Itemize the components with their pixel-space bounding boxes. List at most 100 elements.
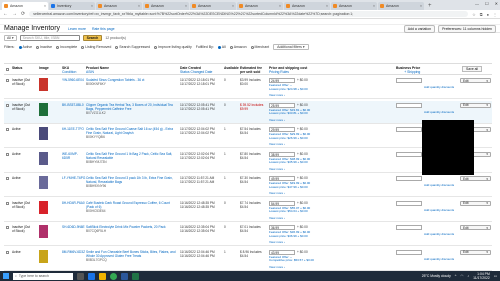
tab-close-icon[interactable]: × (373, 4, 375, 8)
radio-icon[interactable] (81, 45, 85, 49)
search-button[interactable]: Search (82, 34, 103, 41)
select-all-checkbox[interactable] (6, 68, 9, 71)
search-input[interactable]: Search SKU, title, ISBN (19, 34, 80, 41)
file-explorer-icon[interactable] (99, 272, 106, 280)
radio-icon[interactable] (56, 45, 60, 49)
view-more-link[interactable]: View more › (269, 93, 285, 97)
radio-icon[interactable] (154, 45, 158, 49)
row-product-name[interactable]: Clipper Organic Tea Herbal Tea, 3 Boxes … (86, 103, 178, 115)
row-sku[interactable]: 8M-RM6V-6D3Z (62, 250, 86, 254)
save-all-button[interactable]: Save all (462, 66, 483, 73)
tray-up-icon[interactable]: ^ (455, 274, 457, 278)
radio-icon[interactable] (250, 45, 254, 49)
product-image[interactable] (39, 78, 48, 91)
row-checkbox[interactable] (6, 201, 9, 205)
business-price-input[interactable] (396, 176, 422, 181)
edit-button[interactable]: Edit▾ (460, 249, 491, 255)
volume-icon[interactable]: ♪ (467, 274, 469, 278)
add-quantity-discounts-link[interactable]: Add quantity discounts (424, 85, 454, 89)
row-product-name[interactable]: Sudafed Sinus Congestion Tablets - 36 ct… (86, 78, 178, 86)
extensions-icon[interactable]: ⧉ (480, 12, 483, 17)
edit-button[interactable]: Edit▾ (460, 200, 491, 206)
menu-icon[interactable]: ⋮ (493, 12, 497, 17)
radio-icon[interactable] (115, 45, 119, 49)
add-quantity-discounts-link[interactable]: Add quantity discounts (424, 257, 454, 261)
fulfilled-option[interactable]: All (217, 45, 226, 49)
browser-tab[interactable]: Inventory × (49, 2, 95, 10)
windows-start-icon[interactable] (3, 273, 9, 279)
add-quantity-discounts-link[interactable]: Add quantity discounts (424, 208, 454, 212)
tab-close-icon[interactable]: × (91, 4, 93, 8)
word-icon[interactable] (121, 272, 128, 280)
forward-icon[interactable]: → (12, 11, 17, 17)
product-image[interactable] (39, 200, 48, 214)
view-more-link[interactable]: View more › (269, 240, 285, 244)
row-sku[interactable]: BK-BS5T-8BL0 (62, 103, 86, 107)
col-available[interactable]: Available (224, 66, 239, 70)
business-price-input[interactable] (396, 127, 422, 132)
row-sku[interactable]: 6H-11EE-T7FO (62, 127, 86, 131)
browser-tab[interactable]: Amazon × (143, 2, 189, 10)
row-product-name[interactable]: Celtic Sea Salt Fine Ground Coarse Salt … (86, 127, 178, 139)
browser-tab[interactable]: Amazon × (331, 2, 377, 10)
filter-option[interactable]: Search Suppressed (115, 45, 150, 49)
row-sku[interactable]: LF-YMHE-T6PG (62, 176, 86, 180)
browser-tab[interactable]: Amazon × (237, 2, 283, 10)
row-sku[interactable]: WE-6XMP-6D5R (62, 152, 86, 160)
browser-tab[interactable]: Amazon × (190, 2, 236, 10)
view-more-link[interactable]: View more › (269, 142, 285, 146)
row-sku[interactable]: SH-6D6D-9N6E (62, 225, 86, 229)
fulfilled-option[interactable]: Amazon (229, 45, 247, 49)
business-price-input[interactable] (396, 225, 422, 230)
row-sku[interactable]: 8H-HD4R-P6A0 (62, 201, 86, 205)
notification-icon[interactable]: ▭ (494, 274, 497, 278)
rate-page-link[interactable]: Rate this page (92, 27, 115, 31)
task-view-icon[interactable] (77, 272, 84, 280)
edit-button[interactable]: Edit▾ (460, 102, 491, 108)
add-variation-button[interactable]: Add a variation (403, 24, 436, 33)
add-quantity-discounts-link[interactable]: Add quantity discounts (424, 110, 454, 114)
tab-close-icon[interactable]: × (44, 4, 46, 8)
fulfilled-option[interactable]: Merchant (250, 45, 269, 49)
radio-icon[interactable] (217, 45, 221, 49)
chrome-icon[interactable] (110, 272, 117, 280)
reload-icon[interactable]: ⟳ (21, 11, 25, 17)
edit-button[interactable]: Edit▾ (460, 78, 491, 83)
row-product-name[interactable]: Celtic Sea Salt Fine Ground 1 lb Bag 2 P… (86, 152, 178, 164)
row-product-name[interactable]: Celtic Sea Salt Fine Ground 3 pack 1lb 3… (86, 176, 178, 188)
row-checkbox[interactable] (6, 79, 9, 82)
business-price-input[interactable] (396, 249, 422, 255)
filter-option[interactable]: Incomplete (56, 45, 77, 49)
edit-button[interactable]: Edit▾ (460, 176, 491, 181)
business-price-input[interactable] (396, 200, 422, 206)
tab-close-icon[interactable]: × (420, 4, 422, 8)
row-checkbox[interactable] (6, 103, 9, 107)
tab-close-icon[interactable]: × (232, 4, 234, 8)
row-checkbox[interactable] (6, 177, 9, 180)
col-date[interactable]: Date Created Status Changed Date (180, 66, 212, 74)
col-sku[interactable]: SKU Condition (62, 66, 76, 74)
business-price-input[interactable] (396, 151, 422, 157)
learn-more-link[interactable]: Learn more (68, 27, 86, 31)
row-checkbox[interactable] (6, 250, 9, 254)
product-image[interactable] (39, 151, 48, 165)
business-price-input[interactable] (396, 78, 422, 83)
radio-icon[interactable] (229, 45, 233, 49)
tab-close-icon[interactable]: × (279, 4, 281, 8)
url-field[interactable]: sellercentral.amazon.com/inventory/ref=x… (29, 11, 469, 17)
edge-icon[interactable] (88, 272, 95, 280)
tab-close-icon[interactable]: × (326, 4, 328, 8)
weather-text[interactable]: 25°C Mostly cloudy (422, 274, 451, 278)
view-more-link[interactable]: View more › (269, 216, 285, 220)
view-more-link[interactable]: View more › (269, 118, 285, 122)
filter-option[interactable]: Active (18, 45, 32, 49)
product-image[interactable] (39, 225, 48, 238)
radio-icon[interactable] (18, 45, 22, 49)
additional-filters-button[interactable]: Additional filters ▾ (273, 44, 309, 50)
col-product[interactable]: Product Name ASIN (86, 66, 109, 74)
tab-close-icon[interactable]: × (138, 4, 140, 8)
back-icon[interactable]: ← (3, 11, 8, 17)
business-price-input[interactable] (396, 102, 422, 108)
filter-option[interactable]: Inactive (36, 45, 52, 49)
col-price[interactable]: Price and shipping cost Pricing Rules (269, 66, 307, 74)
